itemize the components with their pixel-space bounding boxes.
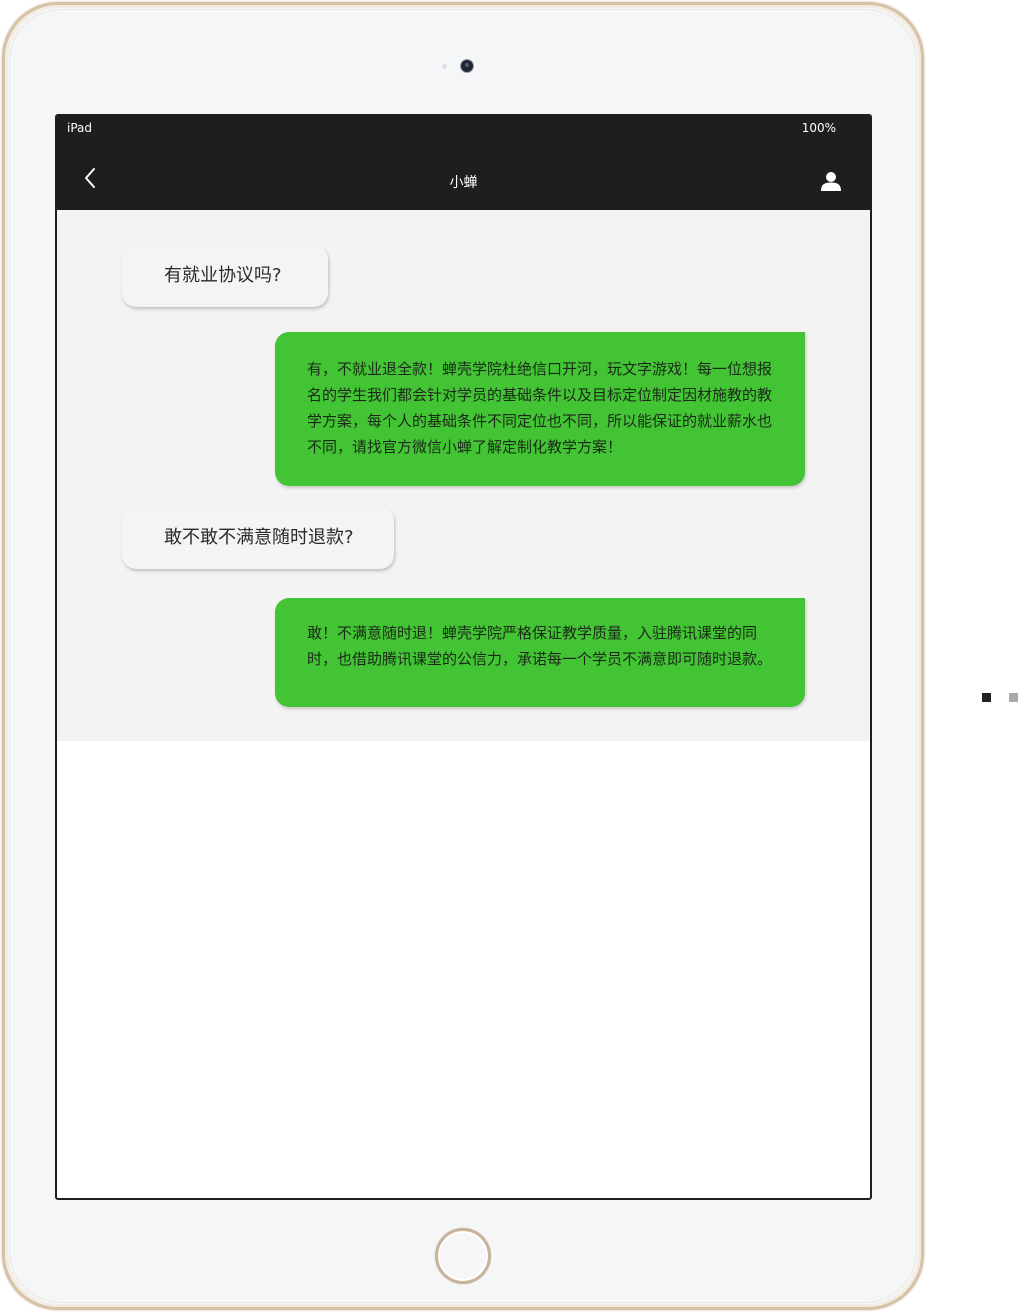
- page-dot-active[interactable]: [982, 693, 991, 702]
- message-bubble-incoming: 敢不敢不满意随时退款?: [122, 507, 394, 569]
- status-device-name: iPad: [67, 121, 93, 135]
- message-bubble-incoming: 有就业协议吗?: [122, 245, 328, 307]
- message-list: 有就业协议吗? 有，不就业退全款！蝉壳学院杜绝信口开河，玩文字游戏！每一位想报名…: [57, 210, 870, 741]
- message-bubble-outgoing: 有，不就业退全款！蝉壳学院杜绝信口开河，玩文字游戏！每一位想报名的学生我们都会针…: [275, 332, 805, 486]
- light-sensor: [442, 64, 447, 69]
- home-button[interactable]: [435, 1228, 491, 1284]
- chat-header: 小蝉: [57, 140, 870, 210]
- message-bubble-outgoing: 敢！不满意随时退！蝉壳学院严格保证教学质量，入驻腾讯课堂的同时，也借助腾讯课堂的…: [275, 598, 805, 707]
- ipad-screen: iPad 100% 小蝉 有就业协议吗? 有，不就业退全款！蝉壳学院杜绝信口开河…: [55, 114, 872, 1200]
- status-bar: iPad 100%: [57, 116, 870, 140]
- chat-title: 小蝉: [449, 175, 478, 191]
- front-camera: [460, 59, 474, 73]
- user-icon[interactable]: [820, 170, 842, 192]
- page-dot[interactable]: [1009, 693, 1018, 702]
- battery-percentage: 100%: [801, 121, 836, 135]
